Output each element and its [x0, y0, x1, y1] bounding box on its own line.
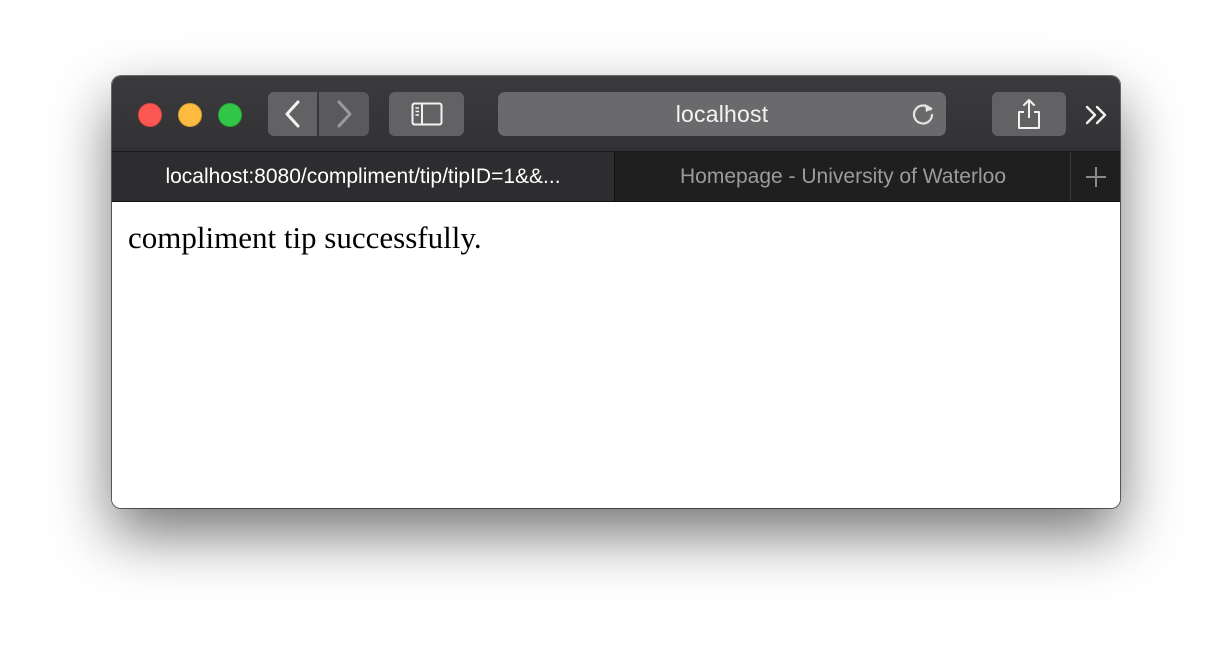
- forward-button[interactable]: [319, 92, 369, 136]
- tab-waterloo[interactable]: Homepage - University of Waterloo: [616, 152, 1071, 201]
- close-window-button[interactable]: [138, 103, 162, 127]
- reload-icon[interactable]: [910, 101, 936, 127]
- tab-bar: localhost:8080/compliment/tip/tipID=1&&.…: [112, 152, 1120, 202]
- back-button[interactable]: [268, 92, 317, 136]
- tab-label: Homepage - University of Waterloo: [679, 164, 1006, 188]
- new-tab-button[interactable]: [1072, 152, 1120, 201]
- sidebar-button[interactable]: [389, 92, 464, 136]
- share-icon: [1018, 99, 1040, 129]
- browser-window: localhost localhost:8080/compliment/tip/…: [112, 76, 1120, 508]
- sidebar-icon: [411, 102, 442, 126]
- page-message: compliment tip successfully.: [128, 220, 482, 255]
- page-content: compliment tip successfully.: [112, 202, 1120, 508]
- screen: localhost localhost:8080/compliment/tip/…: [0, 0, 1232, 656]
- tab-localhost[interactable]: localhost:8080/compliment/tip/tipID=1&&.…: [112, 152, 615, 201]
- zoom-window-button[interactable]: [218, 103, 242, 127]
- address-text: localhost: [675, 100, 769, 127]
- minimize-window-button[interactable]: [178, 103, 202, 127]
- share-button[interactable]: [992, 92, 1066, 136]
- double-chevron-right-icon[interactable]: [1082, 100, 1112, 130]
- chevron-left-icon: [285, 100, 299, 128]
- toolbar: localhost: [112, 76, 1120, 152]
- plus-icon: [1086, 166, 1106, 187]
- tab-label: localhost:8080/compliment/tip/tipID=1&&.…: [165, 164, 561, 188]
- chevron-right-icon: [337, 100, 352, 128]
- address-bar[interactable]: localhost: [498, 92, 946, 136]
